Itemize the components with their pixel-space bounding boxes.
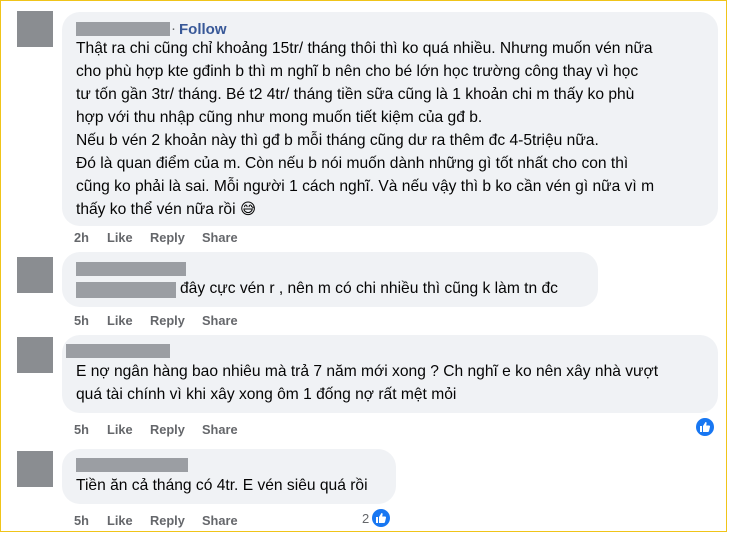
- reply-button[interactable]: Reply: [150, 230, 185, 245]
- comment-line: thấy ko thể vén nữa rồi 😅: [76, 201, 257, 218]
- comment-line: quá tài chính vì khi xây xong ôm 1 đống …: [76, 386, 457, 403]
- reply-button[interactable]: Reply: [150, 513, 185, 528]
- reply-button[interactable]: Reply: [150, 422, 185, 437]
- avatar[interactable]: [17, 337, 53, 373]
- comment-line: hợp với thu nhập cũng như mong muốn tiết…: [76, 109, 483, 126]
- avatar[interactable]: [17, 11, 53, 47]
- like-icon[interactable]: [694, 416, 716, 438]
- commenter-name[interactable]: [76, 262, 186, 276]
- timestamp[interactable]: 5h: [74, 513, 89, 528]
- timestamp[interactable]: 2h: [74, 230, 89, 245]
- timestamp[interactable]: 5h: [74, 422, 89, 437]
- comment-line: cho phù hợp kte gđinh b thì m nghĩ b nên…: [76, 63, 639, 80]
- commenter-name[interactable]: [76, 22, 170, 36]
- share-button[interactable]: Share: [202, 422, 238, 437]
- comment-line: Thật ra chi cũng chỉ khoảng 15tr/ tháng …: [76, 40, 653, 57]
- like-button[interactable]: Like: [107, 313, 133, 328]
- avatar[interactable]: [17, 451, 53, 487]
- comment-line: Tiền ăn cả tháng có 4tr. E vén siêu quá …: [76, 477, 368, 494]
- reply-button[interactable]: Reply: [150, 313, 185, 328]
- reaction-count[interactable]: 2: [362, 511, 369, 526]
- redacted-text: [76, 282, 176, 298]
- comment-line: tư tốn gần 3tr/ tháng. Bé t2 4tr/ tháng …: [76, 86, 635, 103]
- comment-line: đây cực vén r , nên m có chi nhiều thì c…: [180, 280, 558, 297]
- name-separator: ·: [171, 20, 176, 37]
- avatar[interactable]: [17, 257, 53, 293]
- commenter-name[interactable]: [66, 344, 170, 358]
- like-button[interactable]: Like: [107, 513, 133, 528]
- share-button[interactable]: Share: [202, 513, 238, 528]
- comment-line: Nếu b vén 2 khoản này thì gđ b mỗi tháng…: [76, 132, 599, 149]
- share-button[interactable]: Share: [202, 313, 238, 328]
- like-icon[interactable]: [370, 507, 392, 529]
- comment-line: cũng ko phải là sai. Mỗi người 1 cách ng…: [76, 178, 655, 195]
- like-button[interactable]: Like: [107, 230, 133, 245]
- comment-line: E nợ ngân hàng bao nhiêu mà trả 7 năm mớ…: [76, 363, 659, 380]
- share-button[interactable]: Share: [202, 230, 238, 245]
- comment-line: Đó là quan điểm của m. Còn nếu b nói muố…: [76, 155, 629, 172]
- like-button[interactable]: Like: [107, 422, 133, 437]
- follow-button[interactable]: Follow: [179, 21, 227, 38]
- timestamp[interactable]: 5h: [74, 313, 89, 328]
- commenter-name[interactable]: [76, 458, 188, 472]
